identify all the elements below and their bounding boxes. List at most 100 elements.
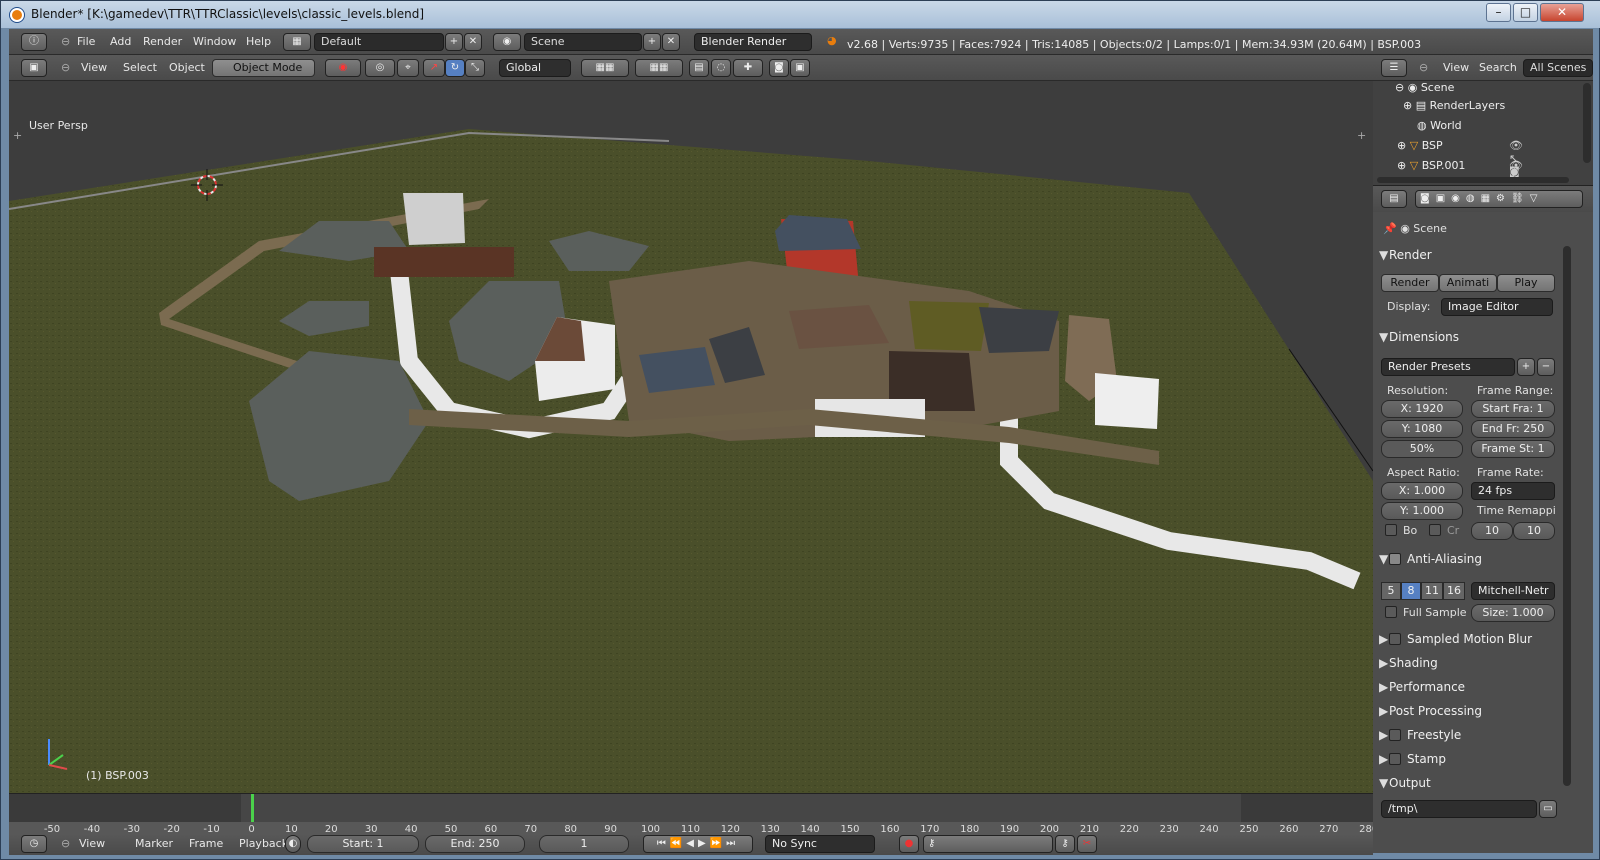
- panel-freestyle[interactable]: ▶ Freestyle: [1379, 728, 1555, 750]
- viewport-3d[interactable]: User Persp (1) BSP.003 + +: [9, 81, 1373, 793]
- timeline-editor-type-icon[interactable]: ◷: [21, 835, 47, 853]
- close-window-button[interactable]: ✕: [1540, 3, 1584, 22]
- render-anim-icon[interactable]: ▣: [790, 59, 810, 77]
- collapse-icon[interactable]: ⊖: [61, 61, 70, 74]
- render-engine-dropdown[interactable]: Blender Render: [694, 33, 812, 51]
- outliner-item-bsp001[interactable]: ⊕ ▽ BSP.001👁 ↖ ◙: [1397, 159, 1523, 198]
- properties-toggle-icon[interactable]: +: [1357, 129, 1366, 142]
- scene-icon[interactable]: ◉: [493, 33, 521, 51]
- info-editor-type-icon[interactable]: ⓘ: [21, 33, 47, 51]
- panel-sampled-motion-blur[interactable]: ▶ Sampled Motion Blur: [1379, 632, 1555, 654]
- layout-icon[interactable]: ▦: [283, 33, 311, 51]
- current-frame-field[interactable]: 1: [539, 835, 629, 853]
- menu-view[interactable]: View: [81, 61, 107, 74]
- minimize-button[interactable]: –: [1486, 3, 1511, 22]
- insert-key-icon[interactable]: ⚷: [1055, 835, 1075, 853]
- add-preset-icon[interactable]: +: [1517, 358, 1535, 376]
- outliner-editor-type-icon[interactable]: ☰: [1381, 59, 1407, 77]
- manipulator-icon[interactable]: ⌖: [397, 59, 419, 77]
- outliner-filter[interactable]: All Scenes: [1523, 59, 1593, 77]
- preview-range-icon[interactable]: ◐: [285, 835, 301, 853]
- frame-step-field[interactable]: Frame St: 1: [1471, 440, 1555, 458]
- aa-size-field[interactable]: Size: 1.000: [1471, 604, 1555, 622]
- menu-render[interactable]: Render: [143, 35, 182, 48]
- frame-rate-dropdown[interactable]: 24 fps: [1471, 482, 1555, 500]
- resolution-y-field[interactable]: Y: 1080: [1381, 420, 1463, 438]
- layers2-icon[interactable]: ▦▦: [635, 59, 683, 77]
- scale-icon[interactable]: ⤡: [465, 59, 485, 77]
- aa-samples-5[interactable]: 5: [1381, 582, 1401, 600]
- animation-button[interactable]: Animati: [1439, 274, 1497, 292]
- properties-scrollbar[interactable]: [1563, 246, 1571, 786]
- rotate-icon[interactable]: ↻: [445, 59, 465, 77]
- crop-checkbox[interactable]: Cr: [1429, 524, 1459, 537]
- anti-aliasing-panel-header[interactable]: ▼ Anti-Aliasing: [1379, 552, 1555, 574]
- aspect-y-field[interactable]: Y: 1.000: [1381, 502, 1463, 520]
- menu-marker[interactable]: Marker: [135, 837, 173, 850]
- dimensions-panel-header[interactable]: ▼Dimensions: [1379, 330, 1555, 352]
- lock-icon[interactable]: ▤: [689, 59, 709, 77]
- output-panel-header[interactable]: ▼Output: [1379, 776, 1555, 798]
- menu-object[interactable]: Object: [169, 61, 205, 74]
- context-tabs-icon[interactable]: ◙▣◉◍▦⚙⛓▽: [1415, 190, 1583, 208]
- aa-samples-16[interactable]: 16: [1443, 582, 1465, 600]
- orientation-dropdown[interactable]: Global: [499, 59, 571, 77]
- outliner-hscrollbar[interactable]: [1377, 177, 1569, 183]
- display-dropdown[interactable]: Image Editor: [1441, 298, 1553, 316]
- view3d-editor-type-icon[interactable]: ▣: [21, 59, 47, 77]
- collapse-icon[interactable]: ⊖: [61, 35, 70, 48]
- border-checkbox[interactable]: Bo: [1385, 524, 1417, 537]
- resolution-percent-field[interactable]: 50%: [1381, 440, 1463, 458]
- record-icon[interactable]: ●: [899, 835, 919, 853]
- add-scene-icon[interactable]: +: [643, 33, 661, 51]
- snap-icon[interactable]: ✚: [733, 59, 763, 77]
- remap-new-field[interactable]: 10: [1513, 522, 1555, 540]
- start-frame-field[interactable]: Start Fra: 1: [1471, 400, 1555, 418]
- remove-layout-icon[interactable]: ✕: [464, 33, 482, 51]
- menu-add[interactable]: Add: [110, 35, 131, 48]
- panel-post-processing[interactable]: ▶Post Processing: [1379, 704, 1555, 726]
- add-layout-icon[interactable]: +: [445, 33, 463, 51]
- outliner-item-bsp[interactable]: ⊕ ▽ BSP 👁 ↖ ◙: [1397, 139, 1523, 178]
- panel-shading[interactable]: ▶Shading: [1379, 656, 1555, 678]
- remove-preset-icon[interactable]: −: [1537, 358, 1555, 376]
- timeline[interactable]: -50 -40 -30 -20 -10 0 10 20 30 40 50 60 70 80 90 100 110…: [9, 793, 1378, 838]
- viewport-shading-icon[interactable]: ◉: [325, 59, 361, 77]
- output-path-field[interactable]: /tmp\: [1381, 800, 1537, 818]
- outliner-item-scene[interactable]: ⊖ ◉ Scene: [1395, 81, 1454, 94]
- folder-icon[interactable]: ▭: [1539, 800, 1557, 818]
- remove-scene-icon[interactable]: ✕: [662, 33, 680, 51]
- end-frame-field[interactable]: End Fr: 250: [1471, 420, 1555, 438]
- menu-view[interactable]: View: [79, 837, 105, 850]
- scene-field[interactable]: Scene: [524, 33, 642, 51]
- start-frame-field[interactable]: Start: 1: [307, 835, 419, 853]
- render-camera-icon[interactable]: ◙: [769, 59, 789, 77]
- outliner-vscrollbar[interactable]: [1583, 83, 1591, 163]
- aa-samples-8[interactable]: 8: [1401, 582, 1421, 600]
- menu-window[interactable]: Window: [193, 35, 236, 48]
- current-frame-marker[interactable]: [251, 794, 254, 822]
- delete-key-icon[interactable]: ✂: [1077, 835, 1097, 853]
- collapse-icon[interactable]: ⊖: [61, 837, 70, 850]
- maximize-button[interactable]: □: [1513, 3, 1538, 22]
- end-frame-field[interactable]: End: 250: [425, 835, 525, 853]
- layers-icon[interactable]: ▦▦: [581, 59, 629, 77]
- sync-dropdown[interactable]: No Sync: [765, 835, 875, 853]
- outliner-menu-view[interactable]: View: [1443, 61, 1469, 74]
- menu-frame[interactable]: Frame: [189, 837, 223, 850]
- properties-editor-type-icon[interactable]: ▤: [1381, 190, 1407, 208]
- render-panel-header[interactable]: ▼Render: [1379, 248, 1555, 270]
- panel-performance[interactable]: ▶Performance: [1379, 680, 1555, 702]
- aa-samples-11[interactable]: 11: [1421, 582, 1443, 600]
- remap-old-field[interactable]: 10: [1471, 522, 1513, 540]
- render-button[interactable]: Render: [1381, 274, 1439, 292]
- collapse-icon[interactable]: ⊖: [1419, 61, 1428, 74]
- full-sample-checkbox[interactable]: Full Sample: [1385, 606, 1467, 619]
- menu-playback[interactable]: Playback: [239, 837, 288, 850]
- aa-filter-dropdown[interactable]: Mitchell-Netr: [1471, 582, 1555, 600]
- play-button[interactable]: Play: [1497, 274, 1555, 292]
- layout-field[interactable]: Default: [314, 33, 444, 51]
- panel-stamp[interactable]: ▶ Stamp: [1379, 752, 1555, 774]
- outliner-item-world[interactable]: ◍ World: [1417, 119, 1462, 132]
- outliner-item-renderlayers[interactable]: ⊕ ▤ RenderLayers: [1403, 99, 1505, 112]
